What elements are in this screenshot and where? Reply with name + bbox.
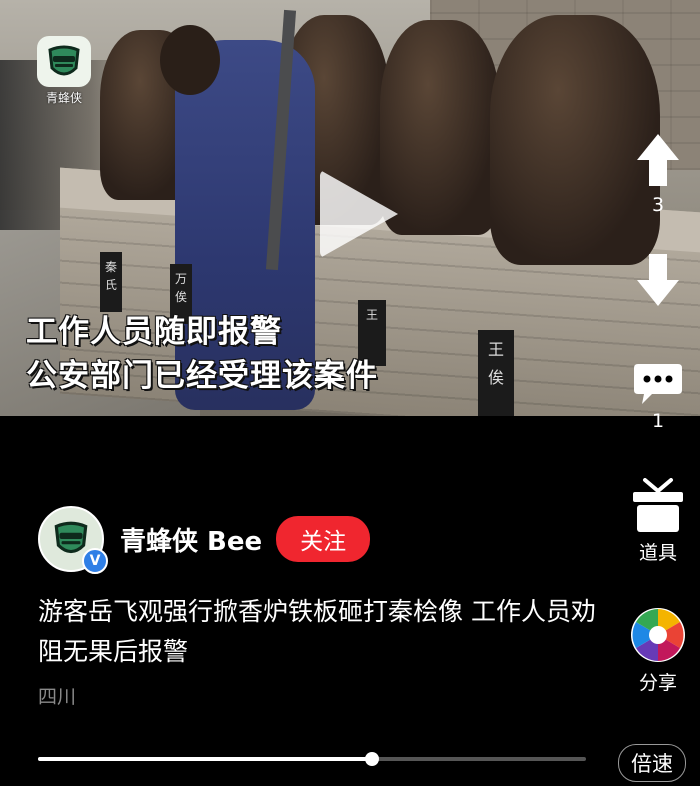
playback-speed-button[interactable]: 倍速: [618, 744, 686, 782]
bee-mask-icon: [37, 36, 91, 87]
props-label: 道具: [638, 542, 677, 564]
arrow-up-icon: [637, 134, 679, 186]
name-plaque: 秦 氏: [100, 252, 122, 312]
comment-icon: [634, 364, 682, 404]
progress-bar[interactable]: [38, 752, 586, 766]
video-caption-line2: 公安部门已经受理该案件: [26, 358, 378, 394]
arrow-down-icon: [637, 254, 679, 306]
person-head: [160, 25, 220, 95]
follow-button[interactable]: 关注: [276, 516, 371, 562]
share-label: 分享: [638, 672, 677, 694]
vote-count: 3: [651, 194, 665, 216]
progress-handle[interactable]: [365, 752, 380, 766]
name-plaque: 王 俟: [478, 330, 514, 416]
logo-label: 青蜂侠: [45, 91, 82, 105]
comment-button[interactable]: 1: [616, 360, 700, 432]
video-description: 游客岳飞观强行掀香炉铁板砸打秦桧像 工作人员劝阻无果后报警: [38, 597, 596, 666]
statue: [380, 20, 500, 235]
verified-badge-icon: V: [82, 548, 108, 574]
video-caption-line1: 工作人员随即报警: [26, 314, 282, 350]
location-tag[interactable]: 四川: [38, 682, 76, 709]
next-button[interactable]: [616, 250, 700, 310]
share-aperture-icon: [631, 608, 685, 662]
author-row: V 青蜂侠 Bee 关注: [38, 506, 371, 574]
props-button[interactable]: 道具: [616, 478, 700, 565]
comment-count: 1: [651, 410, 665, 432]
previous-button[interactable]: 3: [616, 130, 700, 216]
gift-icon: [633, 478, 683, 532]
channel-logo: 青蜂侠: [36, 36, 92, 106]
video-player[interactable]: 秦 氏 万 俟 王 王 俟 青蜂侠 工作人员随即报警 公安部门已经受理该案件: [0, 0, 700, 416]
play-icon[interactable]: [320, 170, 398, 258]
author-name[interactable]: 青蜂侠 Bee: [120, 521, 262, 558]
progress-fill: [38, 757, 373, 761]
avatar[interactable]: V: [38, 506, 108, 574]
share-button[interactable]: 分享: [616, 606, 700, 695]
